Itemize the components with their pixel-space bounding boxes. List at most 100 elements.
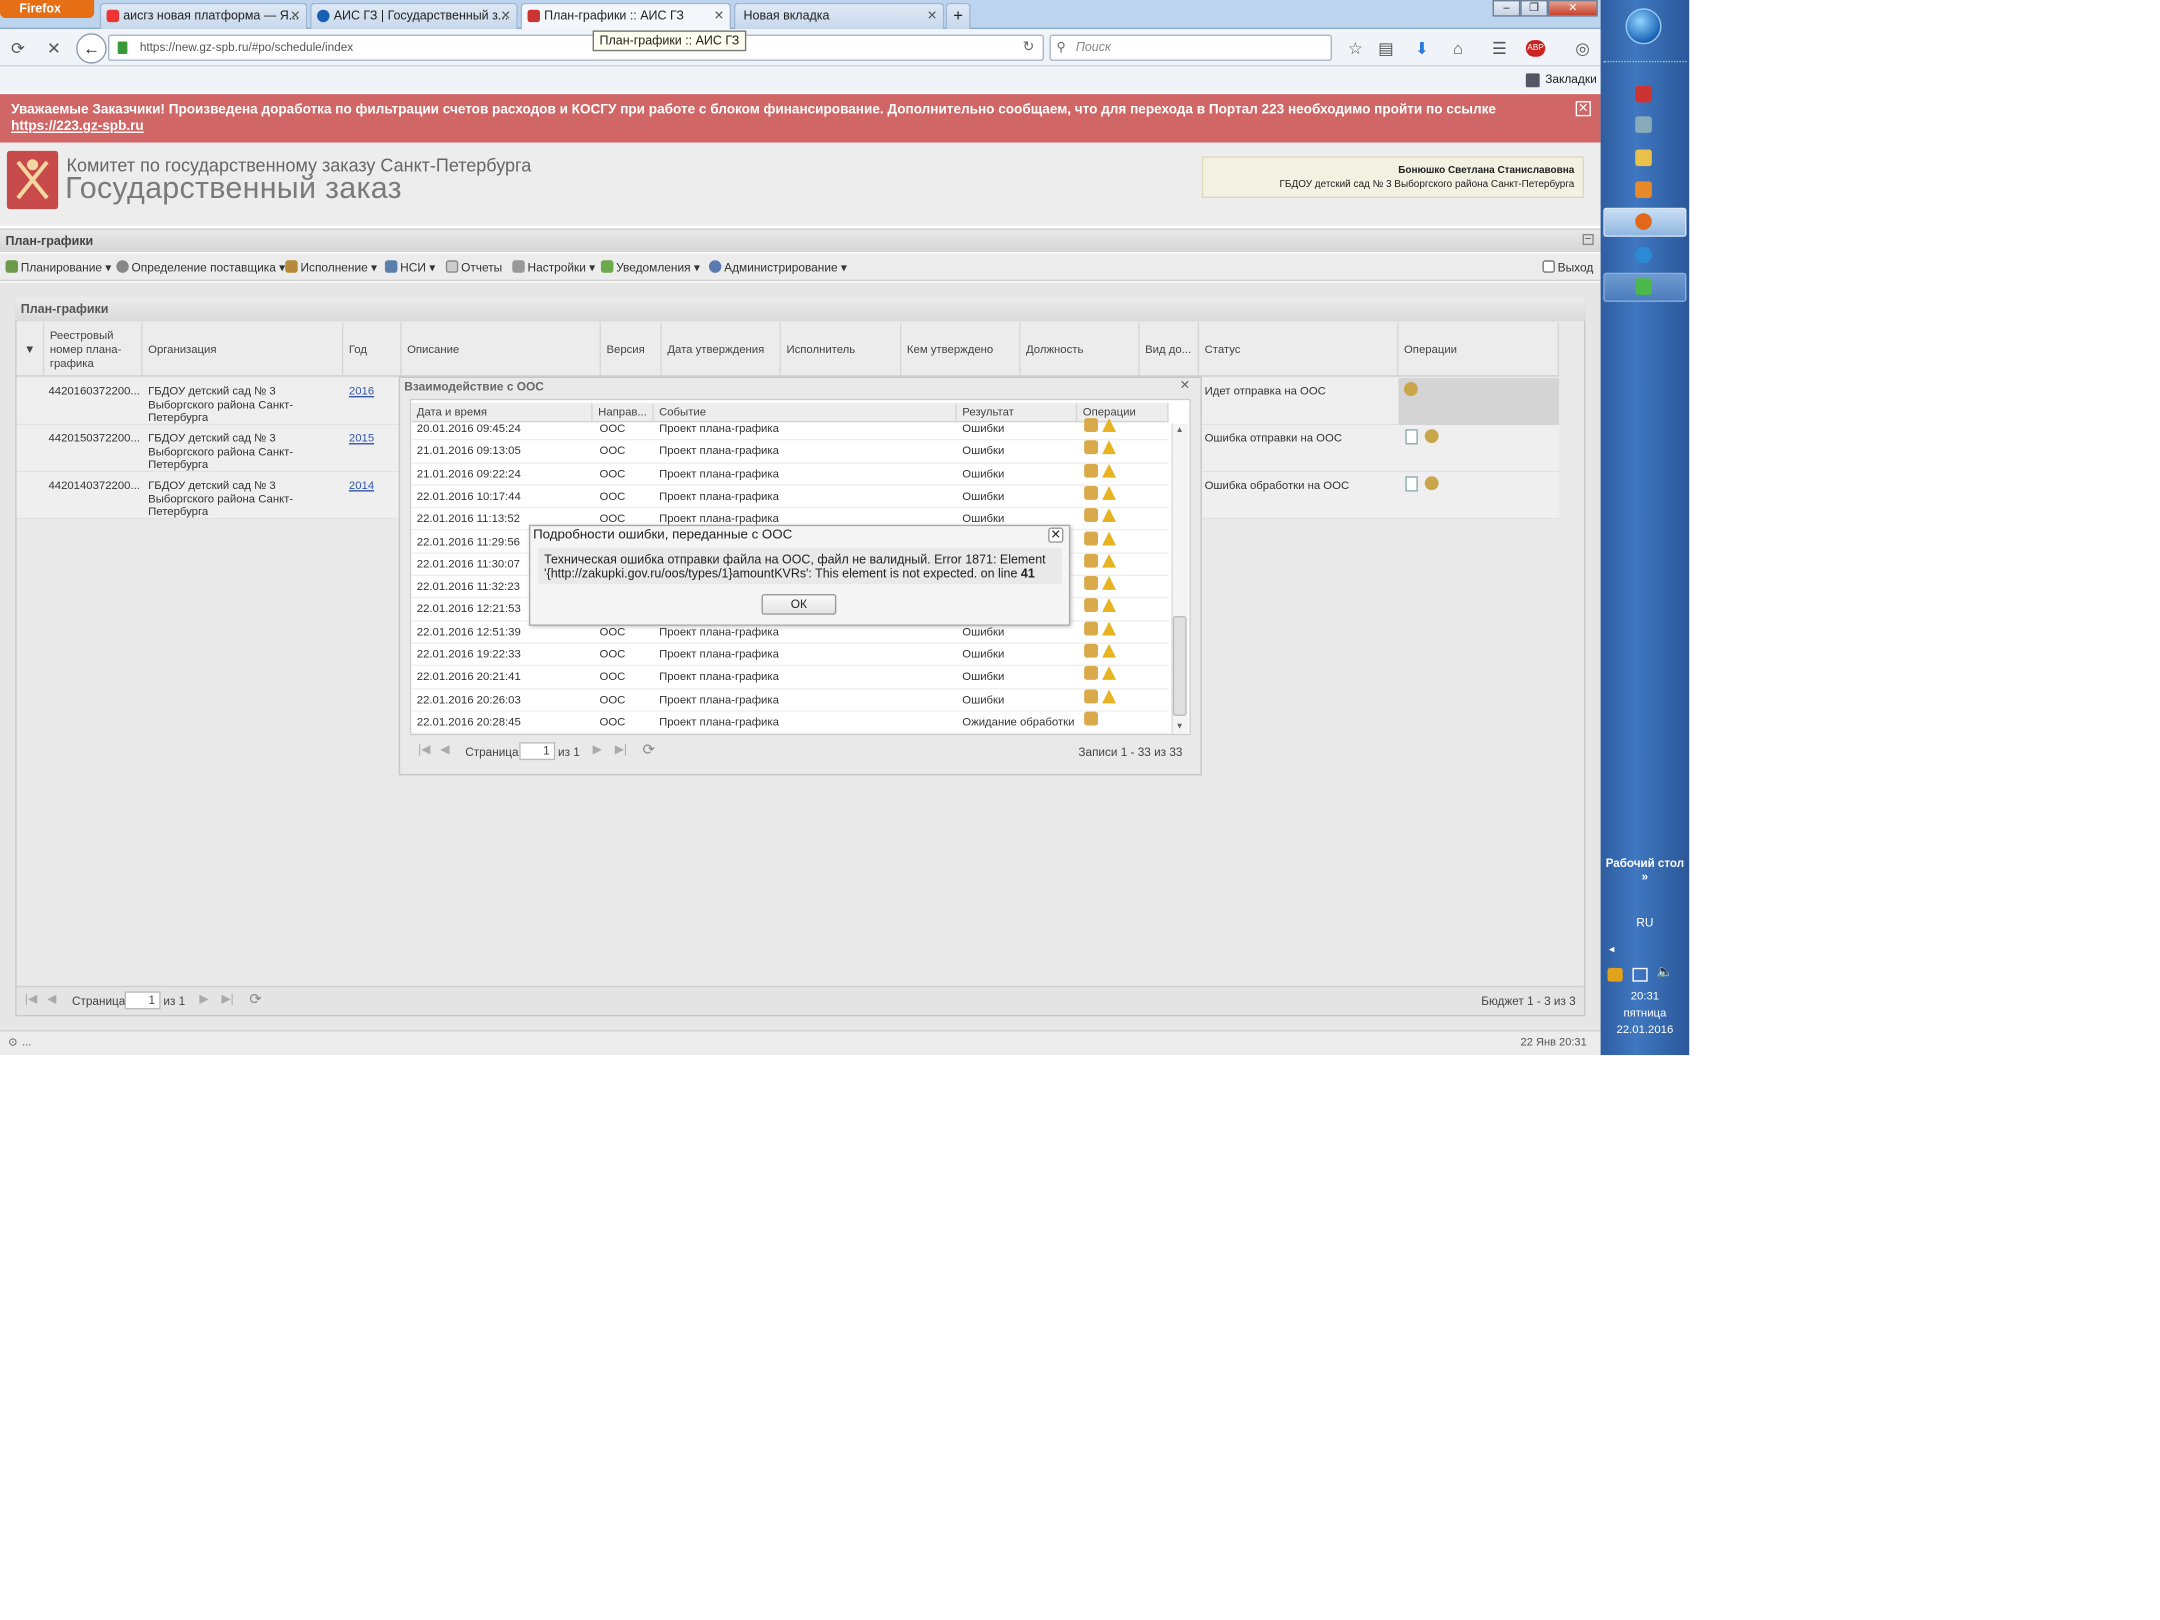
package-icon[interactable] [1084, 688, 1098, 703]
package-icon[interactable] [1084, 440, 1098, 455]
filter-icon[interactable]: ▼ [17, 322, 45, 377]
first-page-icon[interactable]: |◀ [418, 742, 430, 757]
window-close-button[interactable]: ✕ [1547, 0, 1598, 17]
warning-icon[interactable] [1102, 666, 1116, 681]
prev-page-icon[interactable]: ◀ [440, 742, 449, 757]
tab-plan-graphics[interactable]: План-графики :: АИС ГЗ ✕ [520, 2, 732, 30]
menu-nsi[interactable]: НСИ ▾ [384, 258, 435, 277]
exit-button[interactable]: Выход [1542, 258, 1593, 277]
warning-icon[interactable] [1102, 530, 1116, 545]
refresh-icon[interactable]: ⟳ [249, 990, 262, 1008]
menu-administration[interactable]: Администрирование ▾ [708, 258, 847, 277]
emblem-icon[interactable] [1403, 382, 1418, 396]
close-icon[interactable]: ✕ [1048, 527, 1064, 543]
column-header[interactable]: Дата утверждения [662, 322, 781, 377]
search-input[interactable]: ⚲ Поиск [1049, 34, 1332, 61]
next-page-icon[interactable]: ▶ [593, 742, 602, 757]
document-icon[interactable] [1405, 476, 1418, 492]
menu-settings[interactable]: Настройки ▾ [512, 258, 595, 277]
package-icon[interactable] [1084, 643, 1098, 658]
last-page-icon[interactable]: ▶| [615, 742, 627, 757]
package-icon[interactable] [1084, 463, 1098, 478]
warning-icon[interactable] [1102, 621, 1116, 636]
adblock-icon[interactable]: ABP [1525, 40, 1546, 57]
menu-supplier[interactable]: Определение поставщика ▾ [116, 258, 285, 277]
oos-row[interactable]: 22.01.2016 20:28:45 ООС Проект плана-графи… [411, 711, 1169, 735]
package-icon[interactable] [1084, 598, 1098, 613]
column-header[interactable]: Статус [1199, 322, 1399, 377]
menu-icon[interactable]: ☰ [1490, 39, 1509, 58]
year-link[interactable]: 2016 [349, 385, 374, 398]
menu-execution[interactable]: Исполнение ▾ [285, 258, 377, 277]
oos-row[interactable]: 22.01.2016 20:21:41 ООС Проект плана-графи… [411, 666, 1169, 689]
menu-reports[interactable]: Отчеты [445, 258, 502, 277]
scroll-up-icon[interactable]: ▲ [1176, 426, 1184, 434]
warning-icon[interactable] [1102, 553, 1116, 568]
oos-row[interactable]: 22.01.2016 20:26:03 ООС Проект плана-графи… [411, 688, 1169, 712]
portal-223-link[interactable]: https://223.gz-spb.ru [11, 119, 144, 134]
speaker-icon[interactable]: 🔈 [1656, 965, 1673, 980]
close-icon[interactable]: ✕ [1180, 379, 1192, 391]
warning-icon[interactable] [1102, 418, 1116, 432]
column-header[interactable]: Кем утверждено [901, 322, 1021, 377]
column-header[interactable]: Исполнитель [781, 322, 902, 377]
new-tab-button[interactable]: + [945, 2, 971, 30]
column-header[interactable]: Описание [402, 322, 601, 377]
package-icon[interactable] [1084, 508, 1098, 523]
minimize-button[interactable]: – [1492, 0, 1521, 17]
show-desktop-button[interactable]: Рабочий стол » [1603, 856, 1686, 884]
menu-planning[interactable]: Планирование ▾ [5, 258, 112, 277]
column-header[interactable]: Реестровый номер плана-графика [44, 322, 143, 377]
package-icon[interactable] [1084, 530, 1098, 545]
oos-row[interactable]: 21.01.2016 09:22:24 ООС Проект плана-графи… [411, 463, 1169, 486]
warning-icon[interactable] [1102, 485, 1116, 500]
package-icon[interactable] [1084, 666, 1098, 681]
tab-new[interactable]: Новая вкладка ✕ [733, 2, 945, 30]
warning-icon[interactable] [1102, 463, 1116, 478]
oos-row[interactable]: 21.01.2016 09:13:05 ООС Проект плана-графи… [411, 440, 1169, 464]
internet-explorer-icon[interactable] [1635, 246, 1652, 264]
system-clock[interactable]: 20:31 пятница 22.01.2016 [1601, 989, 1690, 1039]
scroll-down-icon[interactable]: ▼ [1176, 723, 1184, 731]
oos-row[interactable]: 22.01.2016 10:17:44 ООС Проект плана-графи… [411, 485, 1169, 509]
downloads-icon[interactable]: ⬇ [1412, 39, 1431, 58]
firefox-menu-button[interactable]: Firefox [0, 0, 95, 18]
tab-ais-gz[interactable]: АИС ГЗ | Государственный з... ✕ [310, 2, 518, 30]
column-header[interactable]: Версия [601, 322, 662, 377]
warning-icon[interactable] [1102, 688, 1116, 703]
menu-notifications[interactable]: Уведомления ▾ [600, 258, 700, 277]
stop-icon[interactable]: ✕ [44, 39, 63, 58]
start-button[interactable] [1625, 8, 1662, 45]
restore-button[interactable]: ❐ [1520, 0, 1548, 17]
package-icon[interactable] [1084, 418, 1098, 432]
package-icon[interactable] [1084, 711, 1098, 726]
column-header[interactable]: Вид до... [1140, 322, 1200, 377]
banner-close-button[interactable]: ✕ [1575, 101, 1591, 117]
package-icon[interactable] [1084, 576, 1098, 590]
column-header[interactable]: Операции [1398, 322, 1560, 377]
warning-icon[interactable] [1102, 508, 1116, 523]
package-icon[interactable] [1084, 621, 1098, 636]
tab-yandex[interactable]: аисгз новая платформа — Я... ✕ [99, 2, 308, 30]
next-page-icon[interactable]: ▶ [199, 991, 208, 1006]
close-icon[interactable]: ✕ [290, 4, 300, 28]
reload-icon[interactable]: ⟳ [8, 39, 27, 58]
prev-page-icon[interactable]: ◀ [47, 991, 56, 1006]
bookmarks-list-icon[interactable]: ▤ [1376, 39, 1395, 58]
ok-button[interactable]: ОК [761, 593, 837, 615]
oos-row[interactable]: 22.01.2016 19:22:33 ООС Проект плана-графи… [411, 643, 1169, 667]
column-header[interactable]: Год [343, 322, 402, 377]
column-header[interactable]: Должность [1020, 322, 1140, 377]
back-button[interactable]: ← [76, 33, 107, 64]
emblem-icon[interactable] [1424, 476, 1439, 491]
tray-app-icon[interactable] [1607, 967, 1623, 982]
bookmark-star-icon[interactable]: ☆ [1346, 39, 1365, 58]
oos-row[interactable]: 20.01.2016 09:45:24 ООС Проект плана-графи… [411, 418, 1169, 441]
year-link[interactable]: 2015 [349, 432, 374, 445]
warning-icon[interactable] [1102, 576, 1116, 590]
column-header[interactable]: Организация [143, 322, 344, 377]
close-icon[interactable]: ✕ [927, 4, 937, 28]
url-bar[interactable]: https://new.gz-spb.ru/#po/schedule/index… [107, 34, 1044, 61]
scrollbar-thumb[interactable] [1172, 616, 1187, 716]
tray-expand-icon[interactable]: ◂ [1609, 943, 1615, 955]
